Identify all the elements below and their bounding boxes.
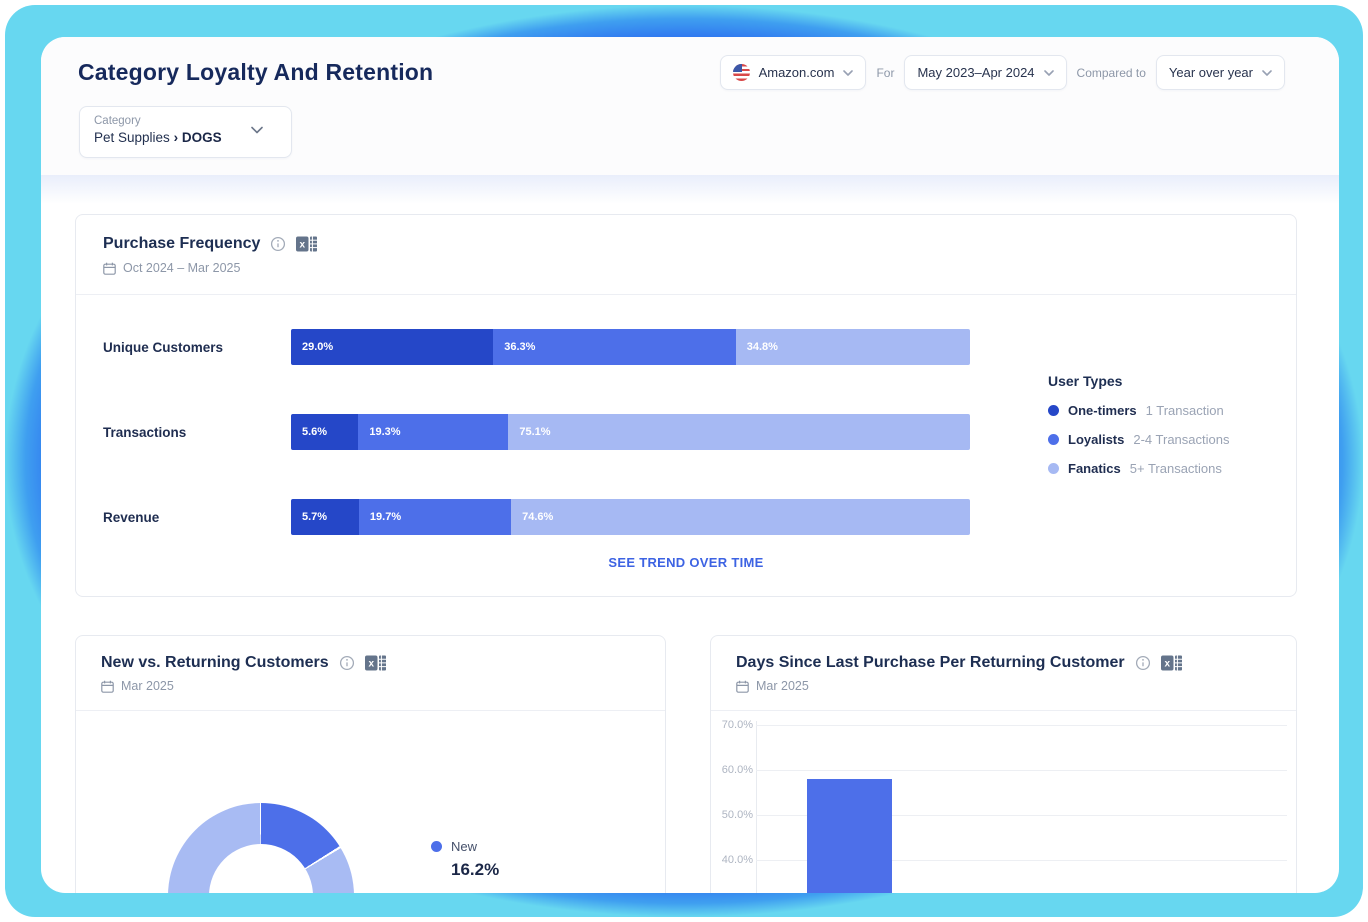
info-icon[interactable] <box>270 236 286 252</box>
purchase-frequency-title: Purchase Frequency <box>103 235 260 253</box>
bar-segment-fanatics: 75.1% <box>508 414 970 450</box>
svg-text:x: x <box>300 240 306 251</box>
legend-dot <box>1048 434 1059 445</box>
bar-segment-label: 75.1% <box>508 426 550 438</box>
new-vs-returning-title: New vs. Returning Customers <box>101 654 329 672</box>
purchase-frequency-header: Purchase Frequency x Oct 2024 – Mar 2025 <box>76 215 1296 295</box>
bar-segment-loyalists: 19.7% <box>359 499 511 535</box>
y-tick-label: 50.0% <box>717 809 753 821</box>
new-legend: New 16.2% <box>431 839 499 880</box>
info-icon[interactable] <box>1135 655 1151 671</box>
header-fade-band <box>41 175 1339 209</box>
calendar-icon <box>103 262 116 275</box>
info-icon[interactable] <box>339 655 355 671</box>
legend-item-one-timers: One-timers 1 Transaction <box>1048 403 1229 418</box>
for-label: For <box>876 66 894 80</box>
stacked-bar-row: Unique Customers 29.0% 36.3% 34.8% <box>76 329 1296 365</box>
bar-segment-one-timers: 5.7% <box>291 499 359 535</box>
y-tick-label: 60.0% <box>717 764 753 776</box>
chevron-down-icon <box>1044 70 1054 76</box>
category-leaf: DOGS <box>182 130 222 145</box>
new-percentage-value: 16.2% <box>451 860 499 880</box>
y-tick-label: 70.0% <box>717 719 753 731</box>
legend-dot <box>1048 405 1059 416</box>
bar-segment-label: 5.7% <box>291 511 327 523</box>
new-vs-returning-date: Mar 2025 <box>121 679 174 693</box>
new-legend-dot <box>431 841 442 852</box>
bar-segment-loyalists: 19.3% <box>358 414 508 450</box>
date-range-select-value: May 2023–Apr 2024 <box>917 65 1034 80</box>
svg-text:x: x <box>1164 659 1170 670</box>
bar-segment-fanatics: 74.6% <box>511 499 970 535</box>
new-legend-label: New <box>451 839 477 854</box>
row-label: Revenue <box>76 510 291 525</box>
svg-text:x: x <box>368 659 374 670</box>
chevron-down-icon <box>1262 70 1272 76</box>
bar-segment-label: 5.6% <box>291 426 327 438</box>
row-label: Transactions <box>76 425 291 440</box>
excel-export-icon[interactable]: x <box>365 654 386 672</box>
bar-segment-label: 19.7% <box>359 511 401 523</box>
category-filter-value: Pet Supplies › DOGS <box>94 130 277 145</box>
bar-segment-one-timers: 29.0% <box>291 329 493 365</box>
header-controls: Amazon.com For May 2023–Apr 2024 Compare… <box>720 55 1285 90</box>
page-title: Category Loyalty And Retention <box>78 59 433 86</box>
chevron-down-icon <box>843 70 853 76</box>
days-since-last-purchase-title: Days Since Last Purchase Per Returning C… <box>736 654 1125 672</box>
new-vs-returning-card: New vs. Returning Customers x Mar 2025 <box>75 635 666 893</box>
retailer-select[interactable]: Amazon.com <box>720 55 867 90</box>
row-label: Unique Customers <box>76 340 291 355</box>
gridline-70 <box>756 725 1287 726</box>
stacked-bar: 5.7% 19.7% 74.6% <box>291 499 970 535</box>
category-filter-select[interactable]: Category Pet Supplies › DOGS <box>79 106 292 158</box>
bar-segment-loyalists: 36.3% <box>493 329 736 365</box>
date-range-select[interactable]: May 2023–Apr 2024 <box>904 55 1066 90</box>
dashboard-panel: Category Loyalty And Retention Amazon.co… <box>41 37 1339 893</box>
legend-item-fanatics: Fanatics 5+ Transactions <box>1048 461 1229 476</box>
y-tick-label: 40.0% <box>717 854 753 866</box>
excel-export-icon[interactable]: x <box>296 235 317 253</box>
days-since-last-purchase-date: Mar 2025 <box>756 679 809 693</box>
stacked-bar-row: Revenue 5.7% 19.7% 74.6% <box>76 499 1296 535</box>
category-separator: › <box>174 130 179 145</box>
comparison-select[interactable]: Year over year <box>1156 55 1285 90</box>
purchase-frequency-card: Purchase Frequency x Oct 2024 – Mar 2025… <box>75 214 1297 597</box>
category-filter-label: Category <box>94 115 277 127</box>
stacked-bar: 5.6% 19.3% 75.1% <box>291 414 970 450</box>
bar-segment-label: 74.6% <box>511 511 553 523</box>
bar-segment-label: 34.8% <box>736 341 778 353</box>
dslp-bar <box>807 779 892 893</box>
calendar-icon <box>101 680 114 693</box>
legend-item-loyalists: Loyalists 2-4 Transactions <box>1048 432 1229 447</box>
days-since-last-purchase-header: Days Since Last Purchase Per Returning C… <box>711 636 1296 711</box>
bar-segment-fanatics: 34.8% <box>736 329 970 365</box>
comparison-select-value: Year over year <box>1169 65 1253 80</box>
bar-segment-one-timers: 5.6% <box>291 414 358 450</box>
see-trend-over-time-link[interactable]: SEE TREND OVER TIME <box>76 555 1296 570</box>
stacked-bar: 29.0% 36.3% 34.8% <box>291 329 970 365</box>
compared-to-label: Compared to <box>1077 66 1146 80</box>
user-types-legend: User Types One-timers 1 Transaction Loya… <box>1048 373 1229 476</box>
retailer-select-value: Amazon.com <box>759 65 835 80</box>
bar-segment-label: 19.3% <box>358 426 400 438</box>
chevron-down-icon <box>251 126 263 134</box>
excel-export-icon[interactable]: x <box>1161 654 1182 672</box>
bar-segment-label: 36.3% <box>493 341 535 353</box>
page-glow-frame: Category Loyalty And Retention Amazon.co… <box>5 5 1363 917</box>
donut-chart <box>168 803 354 893</box>
bar-segment-label: 29.0% <box>291 341 333 353</box>
y-axis-line <box>756 721 757 893</box>
gridline-60 <box>756 770 1287 771</box>
new-vs-returning-header: New vs. Returning Customers x Mar 2025 <box>76 636 665 711</box>
purchase-frequency-date-range: Oct 2024 – Mar 2025 <box>123 261 240 275</box>
days-since-last-purchase-card: Days Since Last Purchase Per Returning C… <box>710 635 1297 893</box>
legend-dot <box>1048 463 1059 474</box>
us-flag-icon <box>733 64 750 81</box>
calendar-icon <box>736 680 749 693</box>
legend-title: User Types <box>1048 373 1229 389</box>
